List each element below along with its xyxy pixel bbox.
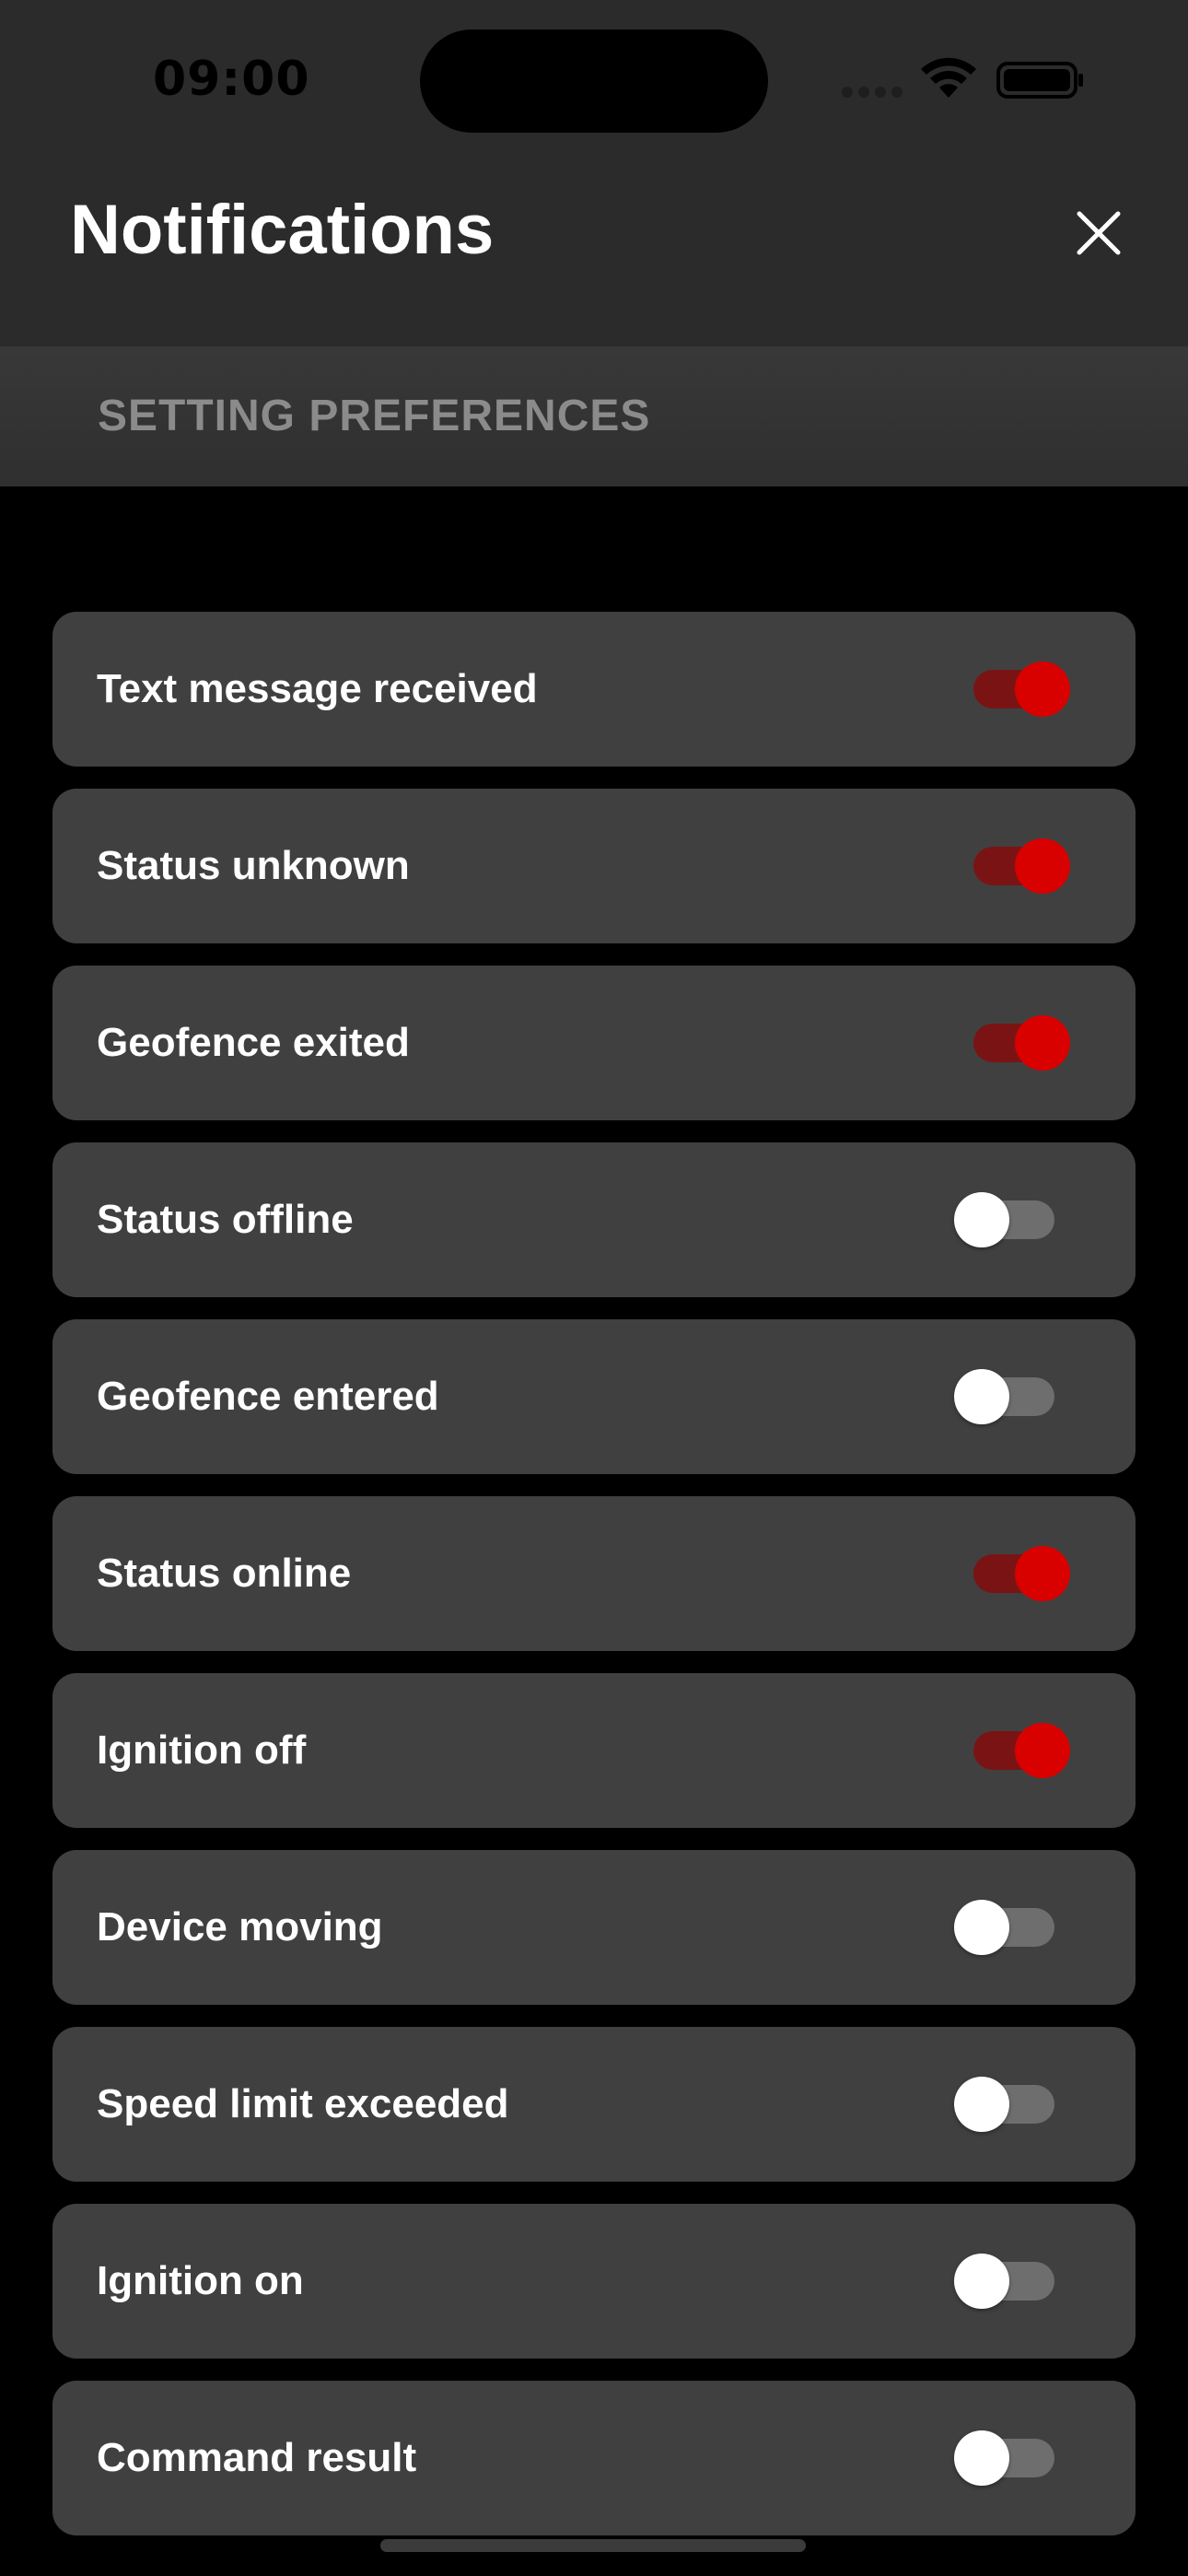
preference-row: Speed limit exceeded — [52, 2027, 1136, 2182]
preference-toggle[interactable] — [953, 1181, 1073, 1259]
preference-row: Device moving — [52, 1850, 1136, 2005]
preference-toggle[interactable] — [953, 1004, 1073, 1082]
close-button[interactable] — [1061, 195, 1136, 271]
preference-row: Ignition on — [52, 2204, 1136, 2359]
preference-toggle[interactable] — [953, 2242, 1073, 2320]
preference-toggle[interactable] — [953, 1712, 1073, 1789]
preference-label: Status online — [97, 1551, 352, 1596]
toggle-knob — [1015, 838, 1070, 894]
preference-toggle[interactable] — [953, 1535, 1073, 1612]
preferences-list: Text message received Status unknown Geofe… — [52, 612, 1136, 2558]
dynamic-island — [420, 29, 768, 133]
preference-row: Status online — [52, 1496, 1136, 1651]
preference-toggle[interactable] — [953, 1358, 1073, 1435]
signal-icon — [842, 87, 903, 98]
wifi-icon — [921, 57, 976, 98]
preference-toggle[interactable] — [953, 1889, 1073, 1966]
preference-toggle[interactable] — [953, 2066, 1073, 2143]
home-indicator — [380, 2539, 806, 2552]
preference-label: Speed limit exceeded — [97, 2081, 509, 2126]
top-area: 09:00 Notifications — [0, 0, 1188, 346]
status-bar: 09:00 — [0, 0, 1188, 157]
toggle-knob — [954, 2254, 1009, 2309]
page-title: Notifications — [70, 191, 495, 269]
toggle-knob — [1015, 662, 1070, 717]
toggle-knob — [1015, 1723, 1070, 1778]
preference-label: Status unknown — [97, 843, 410, 888]
preference-label: Device moving — [97, 1904, 383, 1950]
preference-label: Status offline — [97, 1197, 354, 1242]
preference-row: Status unknown — [52, 789, 1136, 943]
preference-label: Geofence entered — [97, 1374, 439, 1419]
preference-label: Text message received — [97, 666, 538, 711]
status-time: 09:00 — [153, 52, 310, 107]
section-header: SETTING PREFERENCES — [0, 346, 1188, 486]
preference-row: Ignition off — [52, 1673, 1136, 1828]
preference-row: Text message received — [52, 612, 1136, 767]
preference-toggle[interactable] — [953, 827, 1073, 905]
toggle-knob — [954, 2077, 1009, 2132]
preference-row: Status offline — [52, 1142, 1136, 1297]
preference-toggle[interactable] — [953, 2419, 1073, 2497]
toggle-knob — [954, 2430, 1009, 2486]
toggle-knob — [954, 1900, 1009, 1955]
close-icon — [1077, 211, 1121, 255]
toggle-knob — [954, 1192, 1009, 1247]
preference-row: Command result — [52, 2381, 1136, 2535]
section-title: SETTING PREFERENCES — [98, 392, 651, 440]
preference-toggle[interactable] — [953, 650, 1073, 728]
toggle-knob — [1015, 1546, 1070, 1601]
preference-label: Command result — [97, 2435, 417, 2480]
preference-label: Ignition on — [97, 2258, 304, 2303]
preference-label: Geofence exited — [97, 1020, 410, 1065]
toggle-knob — [954, 1369, 1009, 1424]
toggle-knob — [1015, 1015, 1070, 1071]
battery-icon — [996, 62, 1083, 99]
preference-row: Geofence exited — [52, 966, 1136, 1120]
preference-label: Ignition off — [97, 1727, 307, 1773]
preference-row: Geofence entered — [52, 1319, 1136, 1474]
